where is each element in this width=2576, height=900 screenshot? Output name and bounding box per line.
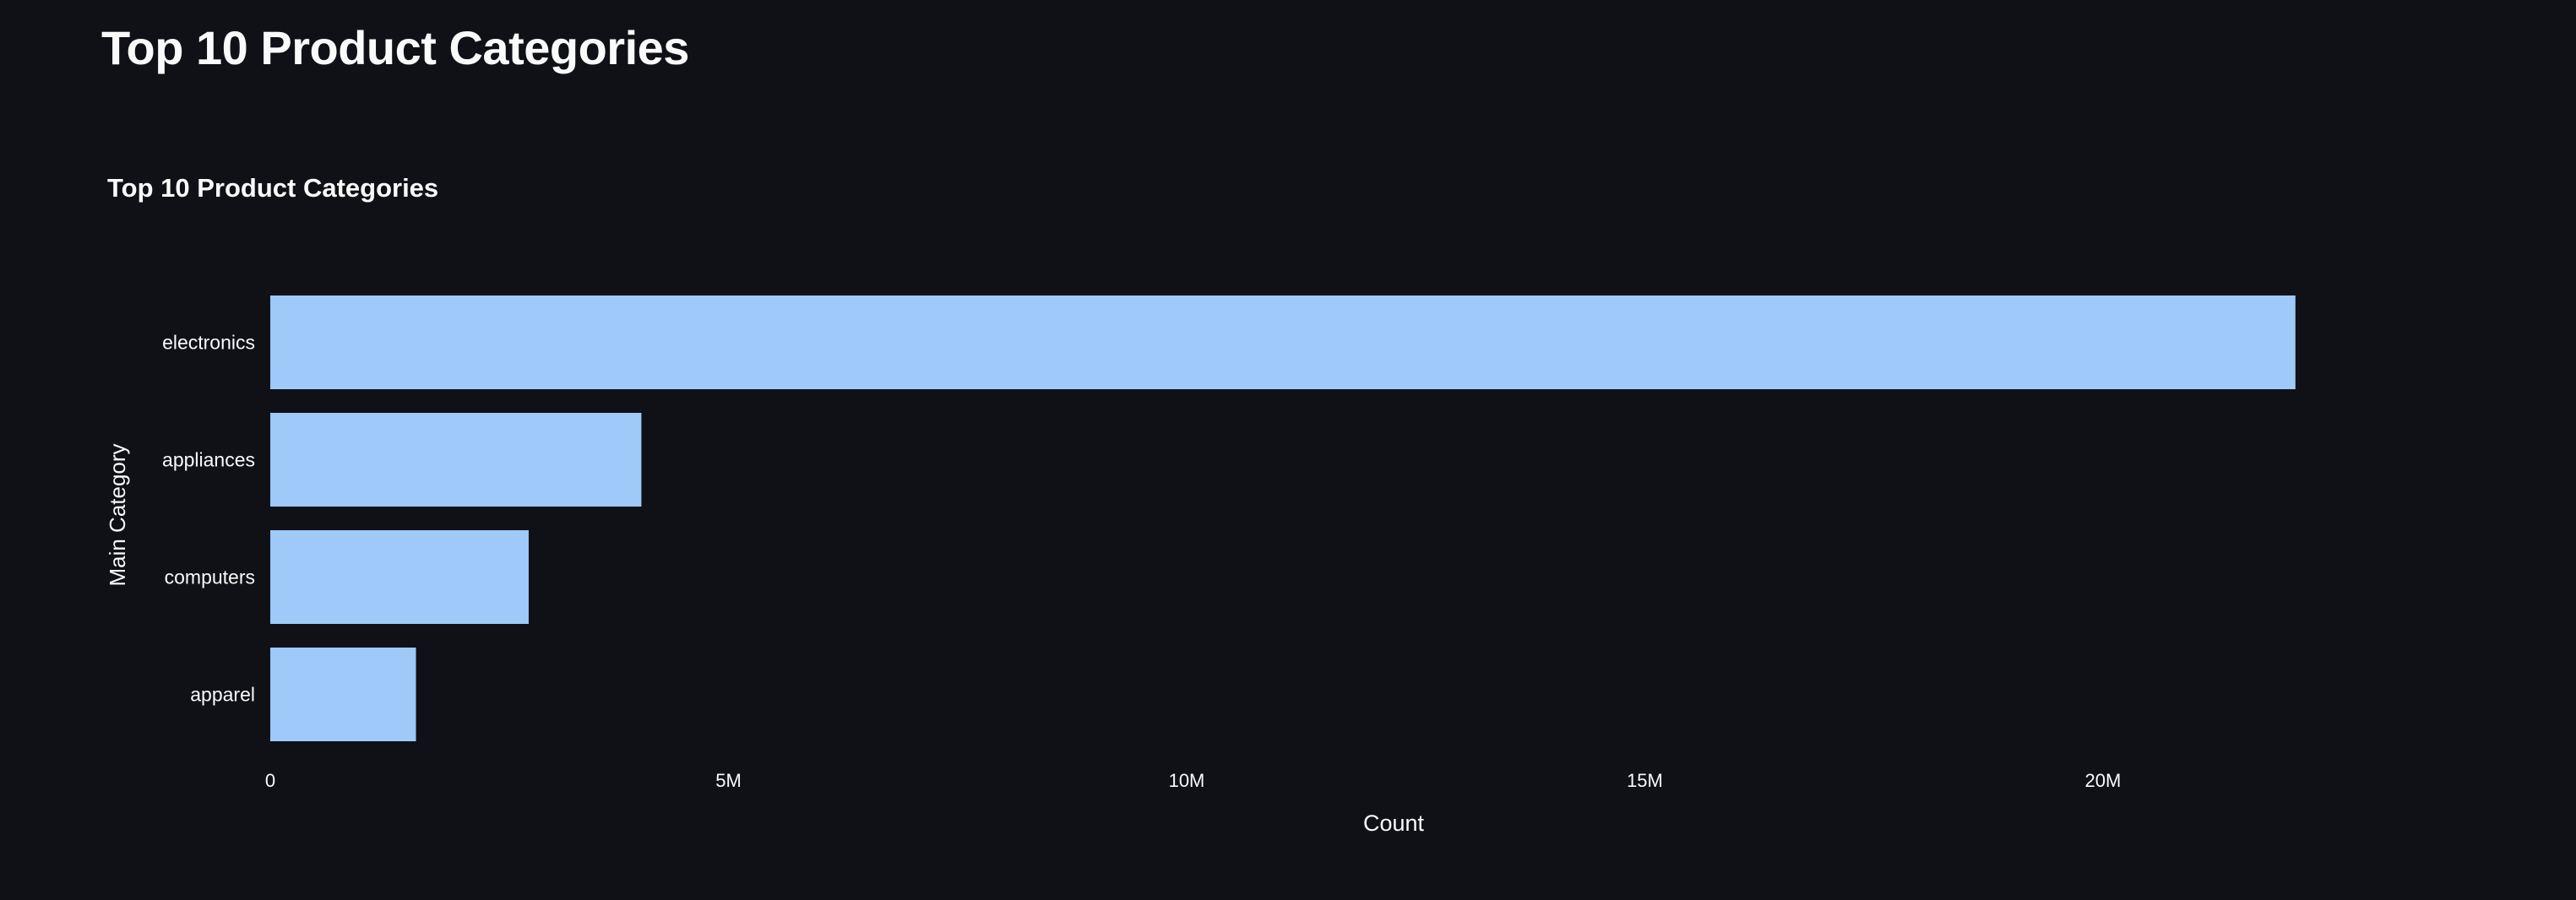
bar-electronics[interactable]	[270, 295, 2296, 389]
bars-group	[270, 295, 2296, 741]
y-tick-labels: electronics appliances computers apparel	[162, 332, 255, 706]
y-tick-label-computers: computers	[165, 567, 255, 588]
bar-apparel[interactable]	[270, 648, 416, 741]
bar-computers[interactable]	[270, 530, 529, 624]
y-tick-label-appliances: appliances	[162, 449, 255, 471]
app-root: Top 10 Product Categories electronics app…	[0, 0, 2576, 900]
x-tick-label: 20M	[2085, 770, 2122, 791]
x-tick-labels: 0 5M 10M 15M 20M	[265, 770, 2121, 791]
x-tick-label: 5M	[715, 770, 742, 791]
chart-container: Top 10 Product Categories electronics app…	[0, 0, 2576, 900]
x-axis-title: Count	[1363, 811, 1425, 836]
x-tick-label: 0	[265, 770, 275, 791]
x-tick-label: 10M	[1169, 770, 1205, 791]
y-tick-label-apparel: apparel	[190, 684, 255, 706]
x-tick-label: 15M	[1627, 770, 1663, 791]
y-tick-label-electronics: electronics	[162, 332, 255, 354]
bar-chart: Top 10 Product Categories electronics app…	[105, 173, 2296, 836]
bar-appliances[interactable]	[270, 413, 642, 507]
y-axis-title: Main Category	[105, 443, 130, 586]
chart-title: Top 10 Product Categories	[107, 173, 438, 203]
page-title: Top 10 Product Categories	[101, 21, 689, 74]
